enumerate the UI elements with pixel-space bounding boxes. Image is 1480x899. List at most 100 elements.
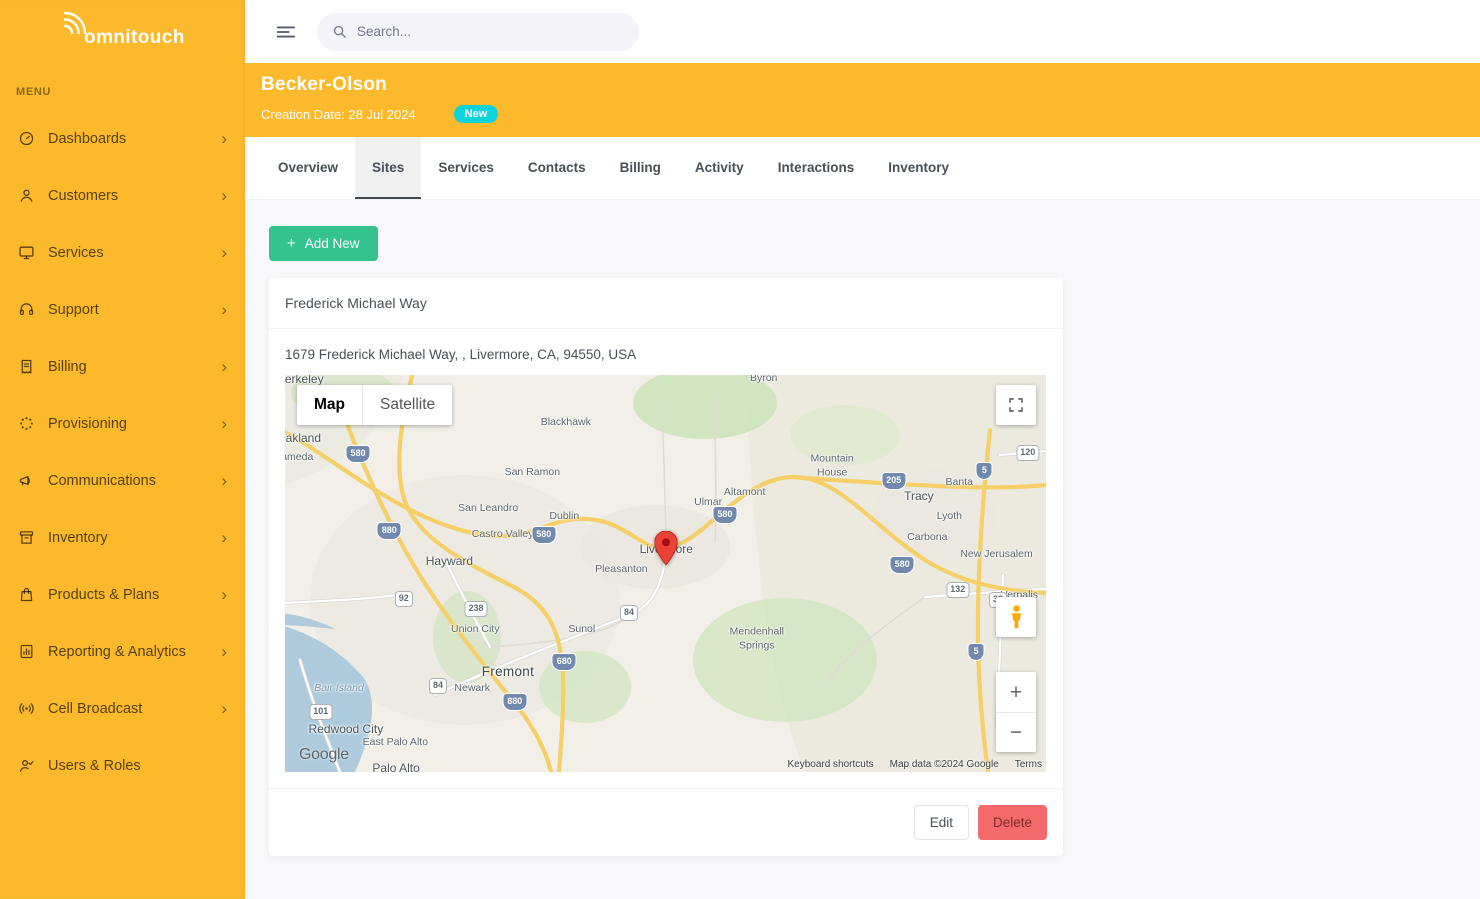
highway-shield-238: 238 [464,601,487,617]
map-label-alameda: Alameda [285,452,313,466]
chevron-right-icon: › [221,415,227,432]
user-icon [17,187,35,205]
map-label-bair-island: Bair Island [314,682,364,696]
sidebar-item-label: Provisioning [48,416,213,432]
sidebar-item-support[interactable]: Support › [0,281,245,338]
site-card: Frederick Michael Way 1679 Frederick Mic… [269,278,1063,856]
highway-shield-880: 880 [503,694,526,710]
map-type-map[interactable]: Map [297,385,363,425]
tab-contacts[interactable]: Contacts [511,137,603,199]
search-input[interactable] [317,13,639,51]
delete-button[interactable]: Delete [978,805,1047,840]
sidebar-item-label: Services [48,245,213,261]
tab-interactions[interactable]: Interactions [761,137,872,199]
map-type-satellite[interactable]: Satellite [363,385,452,425]
sidebar-item-customers[interactable]: Customers› [0,167,245,224]
chevron-right-icon: › [221,244,227,261]
map-label-fremont: Fremont [482,663,534,681]
map-label-byron: Byron [750,375,777,386]
map-data-copyright: Map data ©2024 Google [890,759,999,770]
site-card-title: Frederick Michael Way [269,278,1063,329]
tabs: OverviewSitesServicesContactsBillingActi… [245,137,1480,200]
fullscreen-icon[interactable] [996,385,1036,425]
google-map[interactable]: BerkeleyOaklandAlamedaDanvilleBlackhawkB… [285,375,1046,772]
add-new-label: Add New [305,236,360,251]
map-type-control: MapSatellite [297,385,452,425]
zoom-control: + − [996,672,1036,752]
tab-sites[interactable]: Sites [355,137,421,199]
sidebar-item-label: Communications [48,473,213,489]
sidebar-item-services[interactable]: Services › [0,224,245,281]
map-label-union-city: Union City [451,623,499,637]
sidebar-item-users-roles[interactable]: Users & Roles [0,737,245,794]
highway-shield-580: 580 [532,527,555,543]
map-label-east-palo-alto: East Palo Alto [363,736,428,750]
creation-date: Creation Date: 28 Jul 2024 [261,107,416,122]
sidebar-item-label: Reporting & Analytics [48,644,213,660]
highway-shield-84: 84 [620,605,638,621]
hamburger-menu-icon[interactable] [271,17,301,47]
sidebar-item-products-plans[interactable]: Products & Plans › [0,566,245,623]
app-logo[interactable]: omnitouch [0,0,245,64]
sidebar: omnitouch MENU Dashboards›Customers›Serv… [0,0,245,899]
highway-shield-92: 92 [395,591,413,607]
highway-shield-5: 5 [977,463,992,479]
monitor-icon [17,244,35,262]
map-label-castro-valley: Castro Valley [472,528,534,542]
tab-activity[interactable]: Activity [678,137,761,199]
highway-shield-880: 880 [378,523,401,539]
gauge-icon [17,130,35,148]
pegman-icon[interactable] [996,597,1036,637]
chevron-right-icon: › [221,358,227,375]
highway-shield-580: 580 [713,507,736,523]
keyboard-shortcuts-link[interactable]: Keyboard shortcuts [787,759,873,770]
map-attribution: Keyboard shortcuts Map data ©2024 Google… [787,759,1042,770]
sidebar-item-dashboards[interactable]: Dashboards› [0,110,245,167]
page-title: Becker-Olson [261,74,1464,96]
site-address: 1679 Frederick Michael Way, , Livermore,… [285,347,1047,362]
topbar [245,0,1480,63]
highway-shield-5: 5 [968,644,983,660]
sidebar-item-communications[interactable]: Communications › [0,452,245,509]
sidebar-item-label: Inventory [48,530,213,546]
zoom-out-button[interactable]: − [996,712,1036,752]
sidebar-item-label: Products & Plans [48,587,213,603]
map-marker-icon[interactable] [655,531,678,570]
edit-button[interactable]: Edit [914,805,969,840]
tab-overview[interactable]: Overview [261,137,355,199]
sidebar-item-provisioning[interactable]: Provisioning › [0,395,245,452]
status-badge: New [454,105,499,123]
highway-shield-205: 205 [882,473,905,489]
sidebar-item-reporting-analytics[interactable]: Reporting & Analytics › [0,623,245,680]
tab-services[interactable]: Services [421,137,511,199]
sidebar-item-billing[interactable]: Billing› [0,338,245,395]
sidebar-item-inventory[interactable]: Inventory› [0,509,245,566]
app-window: omnitouch MENU Dashboards›Customers›Serv… [0,0,1480,899]
sidebar-item-label: Users & Roles [48,758,227,774]
map-label-mendenhall-springs: MendenhallSprings [730,625,784,652]
chevron-right-icon: › [221,586,227,603]
google-logo[interactable]: Google [299,746,349,764]
zoom-in-button[interactable]: + [996,672,1036,712]
sidebar-menu: Dashboards›Customers›Services›Support›Bi… [0,110,245,794]
sidebar-item-label: Customers [48,188,213,204]
sidebar-item-label: Support [48,302,213,318]
chevron-right-icon: › [221,472,227,489]
chevron-right-icon: › [221,643,227,660]
tab-inventory[interactable]: Inventory [871,137,966,199]
add-new-button[interactable]: + Add New [269,226,378,261]
bag-icon [17,586,35,604]
tab-billing[interactable]: Billing [603,137,678,199]
map-label-san-leandro: San Leandro [458,502,518,516]
map-labels: BerkeleyOaklandAlamedaDanvilleBlackhawkB… [285,375,1046,772]
terms-link[interactable]: Terms [1015,759,1042,770]
report-icon [17,643,35,661]
spinner-icon [17,415,35,433]
map-label-dublin: Dublin [549,510,579,524]
sidebar-item-cell-broadcast[interactable]: Cell Broadcast› [0,680,245,737]
map-label-tracy: Tracy [904,489,934,505]
map-label-carbona: Carbona [907,531,947,545]
highway-shield-580: 580 [891,557,914,573]
chevron-right-icon: › [221,301,227,318]
highway-shield-680: 680 [553,654,576,670]
